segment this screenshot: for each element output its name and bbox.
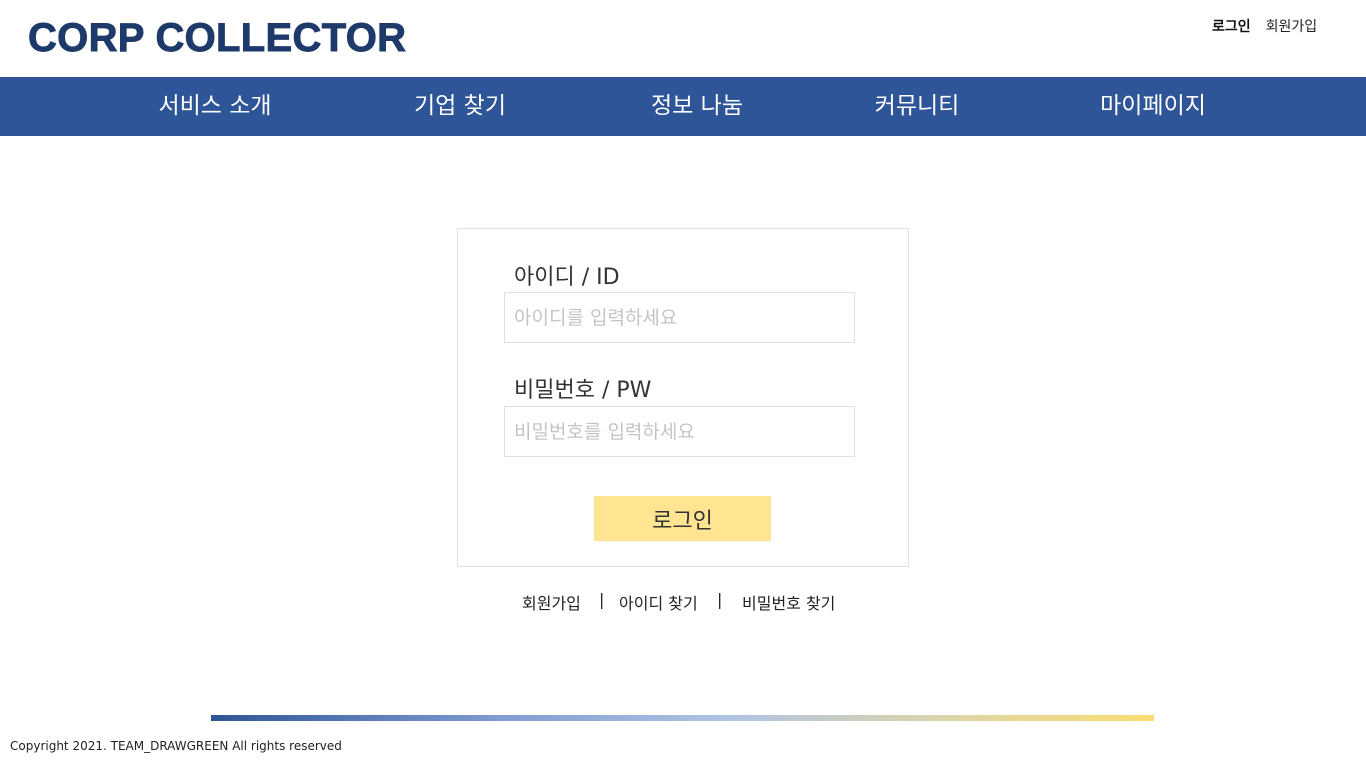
login-button[interactable]: 로그인 <box>594 496 771 541</box>
account-links: 회원가입 | 아이디 찾기 | 비밀번호 찾기 <box>0 590 1366 614</box>
nav-item-mypage[interactable]: 마이페이지 <box>1100 77 1206 136</box>
copyright-text: Copyright 2021. TEAM_DRAWGREEN All right… <box>10 739 342 753</box>
footer-gradient-divider <box>211 715 1154 721</box>
site-logo[interactable]: CORP COLLECTOR <box>28 14 407 62</box>
nav-item-info-share[interactable]: 정보 나눔 <box>651 77 743 136</box>
nav-item-community[interactable]: 커뮤니티 <box>875 77 960 136</box>
nav-item-service-intro[interactable]: 서비스 소개 <box>158 77 271 136</box>
link-separator: | <box>599 590 605 609</box>
top-signup-link[interactable]: 회원가입 <box>1266 16 1318 36</box>
id-label: 아이디 / ID <box>514 265 620 290</box>
top-login-link[interactable]: 로그인 <box>1212 16 1251 36</box>
login-form: 아이디 / ID 비밀번호 / PW 로그인 <box>457 228 909 567</box>
nav-item-find-company[interactable]: 기업 찾기 <box>414 77 506 136</box>
main-nav: 서비스 소개 기업 찾기 정보 나눔 커뮤니티 마이페이지 <box>0 77 1366 136</box>
id-input[interactable] <box>504 292 855 343</box>
signup-link[interactable]: 회원가입 <box>522 590 581 614</box>
password-input[interactable] <box>504 406 855 457</box>
find-id-link[interactable]: 아이디 찾기 <box>619 590 698 614</box>
top-links: 로그인 회원가입 <box>1212 16 1317 36</box>
link-separator: | <box>717 590 723 609</box>
find-password-link[interactable]: 비밀번호 찾기 <box>742 590 835 614</box>
password-label: 비밀번호 / PW <box>514 378 652 403</box>
login-page: CORP COLLECTOR 로그인 회원가입 서비스 소개 기업 찾기 정보 … <box>0 0 1366 768</box>
